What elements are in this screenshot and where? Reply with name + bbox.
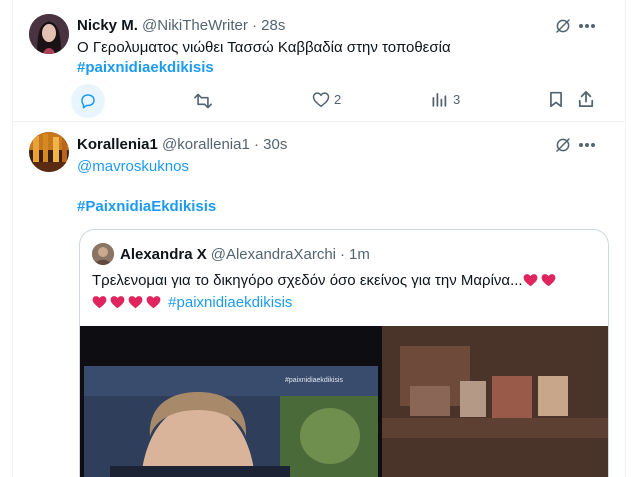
display-name[interactable]: Nicky M. — [77, 17, 138, 34]
handle[interactable]: @korallenia1 — [162, 136, 250, 153]
grok-icon[interactable] — [551, 14, 575, 38]
more-icon[interactable] — [575, 14, 599, 38]
heart-emoji-icon — [541, 273, 556, 287]
heart-emoji-icon — [128, 295, 143, 309]
separator-dot: · — [340, 245, 346, 263]
grok-icon[interactable] — [551, 133, 575, 157]
tv-overlay-hashtag: #paixnidiaekdikisis — [285, 377, 343, 384]
views-count: 3 — [453, 92, 461, 107]
reply-icon — [81, 94, 95, 109]
avatar — [92, 243, 114, 265]
tweet-header: Nicky M. @NikiTheWriter · 28s — [77, 17, 285, 34]
like-count: 2 — [334, 92, 342, 107]
heart-emoji-icon — [523, 273, 538, 287]
quote-timestamp: 1m — [349, 245, 370, 263]
tweet-header: Korallenia1 @korallenia1 · 30s — [77, 136, 287, 153]
heart-emoji-icon — [110, 295, 125, 309]
mention-link[interactable]: @mavroskuknos — [77, 158, 189, 175]
quote-handle: @AlexandraXarchi — [210, 245, 337, 263]
quote-text: Τρελενομαι για το δικηγόρο σχεδόν όσο εκ… — [92, 272, 523, 289]
views-button[interactable]: 3 — [431, 91, 460, 108]
quote-display-name: Alexandra X — [120, 245, 207, 263]
quoted-tweet[interactable]: Alexandra X @AlexandraXarchi · 1m Τρελεν… — [79, 229, 609, 477]
timestamp[interactable]: 28s — [261, 17, 285, 34]
display-name[interactable]: Korallenia1 — [77, 136, 158, 153]
like-button[interactable]: 2 — [312, 91, 341, 108]
heart-emoji-icon — [92, 295, 107, 309]
like-icon — [312, 92, 330, 107]
quote-header: Alexandra X @AlexandraXarchi · 1m — [92, 243, 370, 265]
bookmark-button[interactable] — [549, 91, 563, 108]
timeline: Nicky M. @NikiTheWriter · 28s Ο Γερολυμα… — [12, 0, 626, 477]
quote-hashtag-link[interactable]: #paixnidiaekdikisis — [168, 294, 292, 311]
tweet[interactable]: Nicky M. @NikiTheWriter · 28s Ο Γερολυμα… — [13, 0, 625, 122]
timestamp[interactable]: 30s — [263, 136, 287, 153]
quote-text-line: #paixnidiaekdikisis — [92, 294, 292, 311]
quote-media-photo[interactable]: #paixnidiaekdikisis — [80, 326, 608, 477]
views-icon — [432, 93, 447, 107]
tweet-text: Ο Γερολυματος νιώθει Τασσώ Καββαδία στην… — [77, 39, 451, 56]
avatar[interactable] — [29, 14, 69, 54]
hashtag-link[interactable]: #paixnidiaekdikisis — [77, 59, 214, 76]
retweet-button[interactable] — [193, 92, 213, 110]
bookmark-icon — [550, 91, 562, 108]
avatar[interactable] — [29, 132, 69, 172]
handle[interactable]: @NikiTheWriter — [142, 17, 248, 34]
heart-emoji-icon — [146, 295, 161, 309]
retweet-icon — [194, 93, 212, 109]
more-icon[interactable] — [575, 133, 599, 157]
quote-text-line: Τρελενομαι για το δικηγόρο σχεδόν όσο εκ… — [92, 272, 559, 289]
share-icon — [578, 91, 594, 107]
hashtag-link[interactable]: #PaixnidiaEkdikisis — [77, 198, 216, 215]
separator-dot: · — [252, 17, 257, 34]
share-button[interactable] — [578, 90, 594, 108]
separator-dot: · — [254, 136, 259, 153]
reply-button[interactable] — [71, 84, 105, 118]
